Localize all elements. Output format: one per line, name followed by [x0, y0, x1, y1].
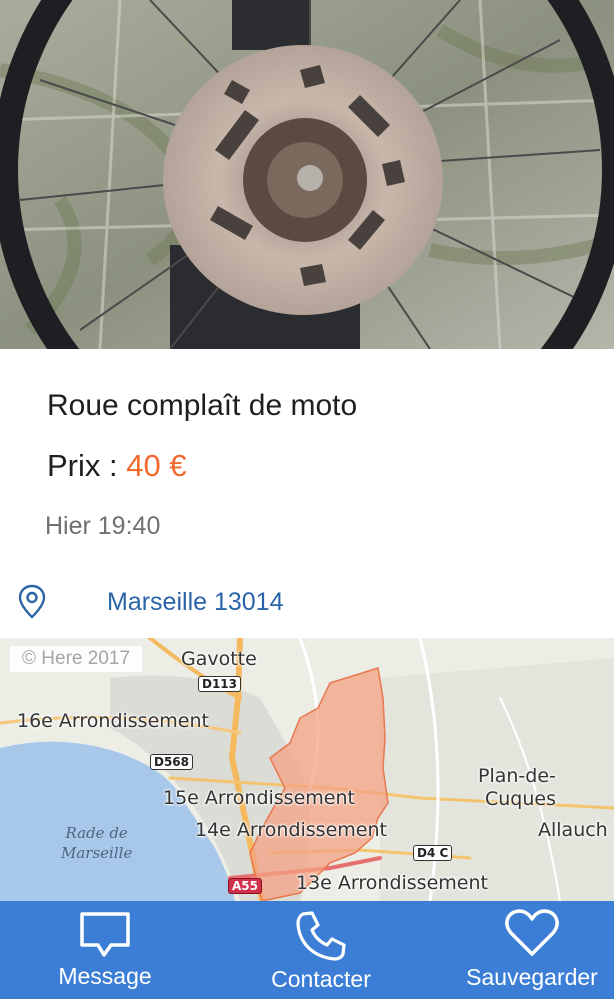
listing-details: Roue complaît de moto Prix : 40 € Hier 1…	[0, 349, 614, 638]
contact-label: Contacter	[271, 966, 371, 992]
road-badge: D568	[150, 754, 194, 770]
map-label: 14e Arrondissement	[195, 819, 387, 841]
map-label: 16e Arrondissement	[17, 710, 209, 732]
location-link[interactable]: Marseille 13014	[107, 588, 284, 617]
location-pin-icon	[18, 584, 46, 619]
map-label: Plan-de-	[478, 765, 556, 787]
road-badge: A55	[228, 878, 262, 894]
map-label: Gavotte	[181, 648, 257, 670]
contact-button[interactable]: Contacter	[214, 901, 428, 999]
listing-title: Roue complaît de moto	[47, 389, 358, 422]
phone-icon	[296, 911, 346, 961]
price-row: Prix : 40 €	[47, 448, 187, 484]
map-label: 15e Arrondissement	[163, 787, 355, 809]
map-copyright: © Here 2017	[10, 646, 143, 672]
sea-label-line: Marseille	[61, 844, 133, 862]
listing-photo[interactable]	[0, 0, 614, 349]
message-label: Message	[58, 963, 152, 989]
message-icon	[80, 912, 130, 957]
location-map[interactable]: © Here 2017 Gavotte 16e Arrondissement 1…	[0, 638, 614, 901]
message-button[interactable]: Message	[0, 901, 210, 999]
map-label: Allauch	[538, 819, 608, 841]
save-button[interactable]: Sauvegarder	[450, 901, 614, 999]
bottom-action-bar: Message Contacter Sauvegarder	[0, 901, 614, 999]
posted-date: Hier 19:40	[45, 512, 161, 540]
map-label: 13e Arrondissement	[296, 872, 488, 894]
price-label: Prix :	[47, 448, 127, 483]
wheel-photo-image	[0, 0, 614, 349]
heart-icon	[505, 909, 559, 956]
road-badge: D4 C	[413, 845, 453, 861]
sea-label-line: Rade de	[65, 824, 128, 842]
road-badge: D113	[198, 676, 242, 692]
sea-label: Rade de Marseille	[61, 823, 132, 863]
price-value: 40 €	[126, 448, 187, 483]
save-label: Sauvegarder	[466, 964, 598, 990]
map-label: Cuques	[485, 788, 556, 810]
